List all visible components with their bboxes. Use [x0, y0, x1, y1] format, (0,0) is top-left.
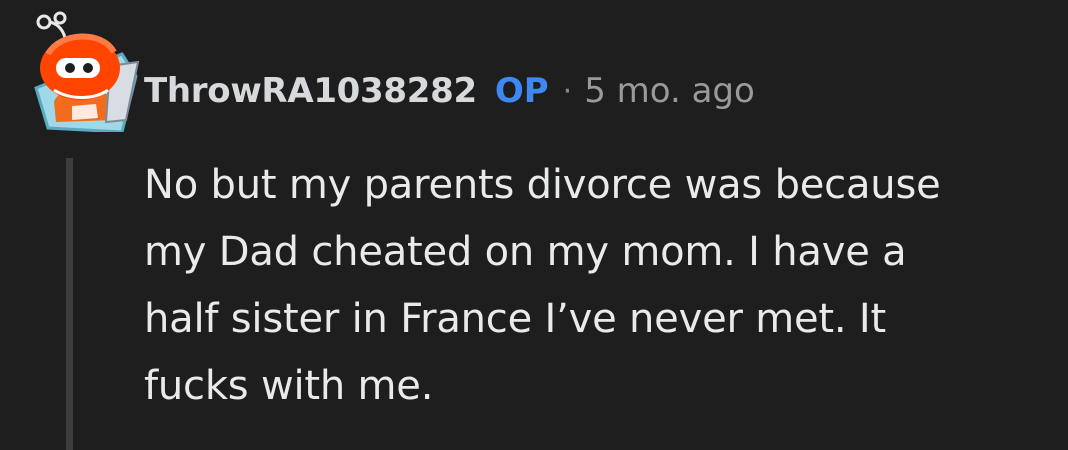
comment: ThrowRA1038282 OP · 5 mo. ago No but my …	[0, 0, 1068, 450]
comment-body-line: my Dad cheated on my mom. I have a	[144, 229, 907, 275]
comment-body: No but my parents divorce was because my…	[144, 152, 1044, 420]
snoo-avatar-icon	[34, 11, 140, 134]
comment-timestamp[interactable]: 5 mo. ago	[584, 71, 755, 111]
comment-header: ThrowRA1038282 OP · 5 mo. ago	[144, 66, 755, 116]
meta-separator: ·	[562, 73, 573, 109]
op-badge: OP	[494, 71, 549, 111]
comment-body-line: No but my parents divorce was because	[144, 162, 941, 208]
username-link[interactable]: ThrowRA1038282	[144, 71, 477, 111]
comment-body-line: fucks with me.	[144, 363, 434, 409]
comment-body-line: half sister in France I’ve never met. It	[144, 296, 887, 342]
user-avatar[interactable]	[14, 10, 142, 134]
thread-collapse-line[interactable]	[66, 158, 73, 450]
